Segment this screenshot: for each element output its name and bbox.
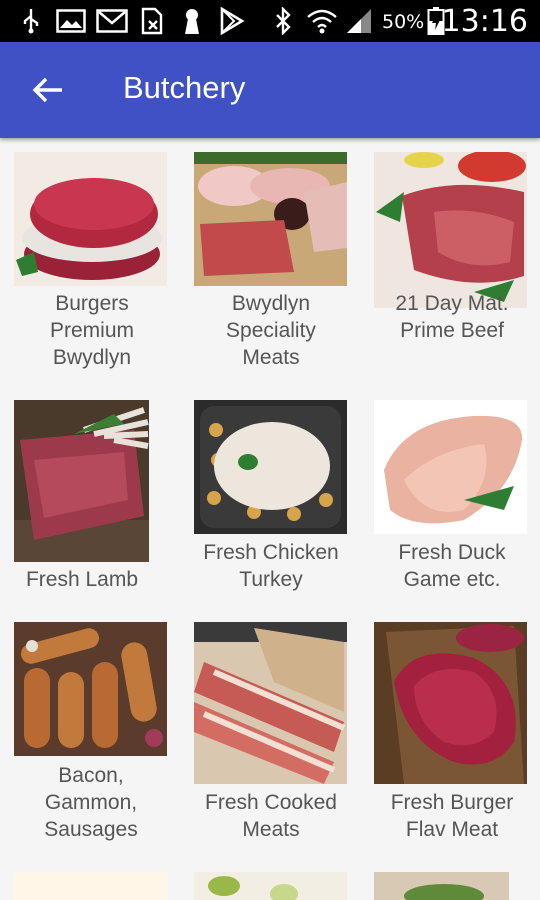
gmail-icon (96, 8, 128, 34)
signal-icon (344, 8, 374, 34)
category-label: Fresh Cooked Meats (205, 791, 337, 841)
category-image (14, 152, 167, 286)
category-image (14, 400, 149, 562)
back-button[interactable] (20, 64, 76, 116)
category-label: Fresh Lamb (25, 568, 139, 591)
bluetooth-icon (270, 7, 296, 35)
category-image (14, 622, 167, 756)
category-image (374, 872, 509, 900)
category-label: Bacon, Gammon, Sausages (44, 764, 138, 841)
category-grid: Burgers Premium Bwydlyn Bwydlyn Speciali… (0, 138, 540, 900)
app-bar: Butchery (0, 42, 540, 138)
category-image (194, 400, 347, 534)
battery-percent: 50% (382, 11, 425, 33)
category-label: Fresh Duck Game etc. (398, 541, 506, 591)
category-image (14, 872, 167, 900)
category-label: Fresh Burger Flav Meat (390, 791, 514, 841)
image-icon (56, 8, 86, 34)
category-image (194, 152, 347, 286)
category-label: Fresh Chicken Turkey (203, 541, 339, 591)
category-image (194, 872, 347, 900)
category-image (374, 152, 527, 308)
category-image (374, 400, 527, 534)
arrow-back-icon (32, 77, 62, 103)
no-sim-icon (138, 7, 166, 35)
usb-icon (18, 8, 44, 34)
category-image (374, 622, 527, 784)
category-label: Bwydlyn Speciality Meats (226, 292, 316, 369)
clock: 13:16 (441, 4, 528, 39)
status-bar: 50% 13:16 (0, 0, 540, 42)
category-label: Burgers Premium Bwydlyn (49, 292, 134, 369)
category-image (194, 622, 347, 784)
keyhole-icon (180, 8, 204, 34)
wifi-icon (306, 8, 338, 34)
category-label: 21 Day Mat. Prime Beef (395, 292, 509, 342)
page-title: Butchery (123, 70, 246, 105)
play-store-icon (218, 7, 246, 35)
